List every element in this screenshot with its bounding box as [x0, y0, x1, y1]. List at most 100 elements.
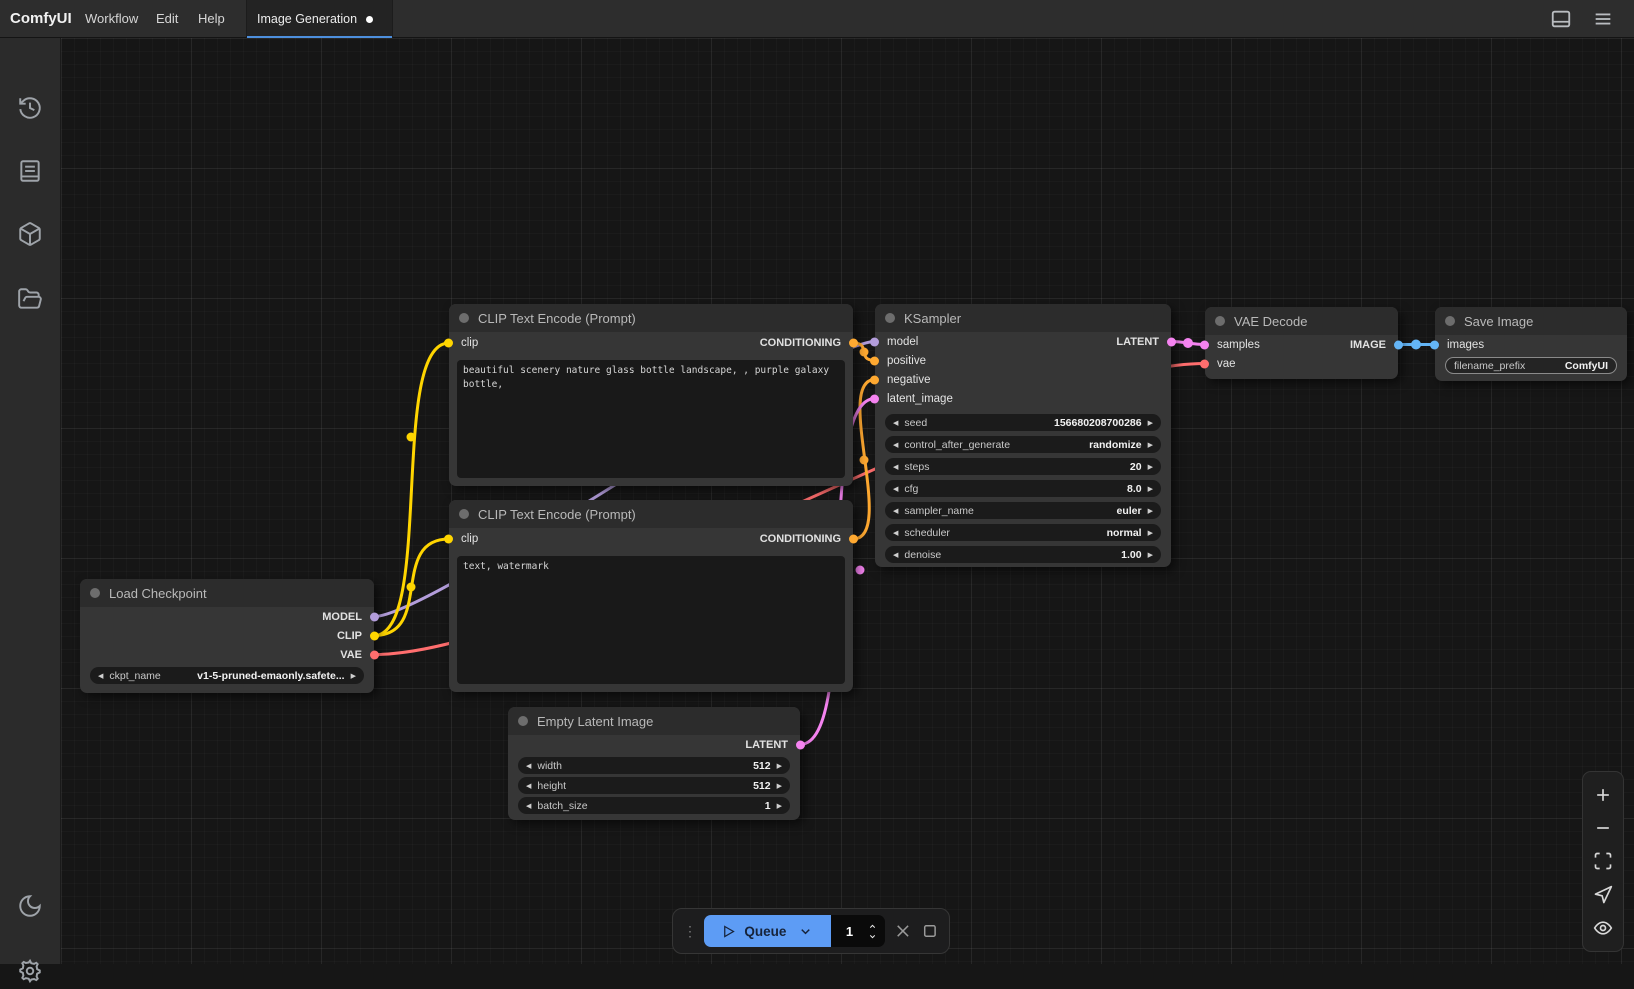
latent-output-dot[interactable]: [796, 740, 805, 749]
collapse-dot[interactable]: [459, 313, 469, 323]
widget-control-after-generate[interactable]: ◀ control_after_generate randomize ▶: [885, 436, 1161, 453]
widget-denoise[interactable]: ◀ denoise 1.00 ▶: [885, 546, 1161, 563]
collapse-dot[interactable]: [90, 588, 100, 598]
queue-options-chevron-icon[interactable]: [798, 924, 813, 939]
tab-image-generation[interactable]: Image Generation: [247, 0, 393, 38]
widget-sampler-name[interactable]: ◀ sampler_name euler ▶: [885, 502, 1161, 519]
collapse-dot[interactable]: [1215, 316, 1225, 326]
latent-output-dot[interactable]: [1167, 337, 1176, 346]
increment-arrow-icon[interactable]: ▶: [777, 782, 782, 790]
negative-input-dot[interactable]: [870, 375, 879, 384]
widget-filename-prefix[interactable]: filename_prefix ComfyUI: [1445, 357, 1617, 374]
prompt-textarea[interactable]: text, watermark: [457, 556, 845, 684]
workflows-folder-icon[interactable]: [17, 286, 43, 312]
decrement-arrow-icon[interactable]: ◀: [98, 672, 103, 680]
vae-output-dot[interactable]: [370, 650, 379, 659]
drag-handle-icon[interactable]: ⋮: [683, 923, 695, 940]
model-library-icon[interactable]: [17, 221, 43, 247]
latent-image-input-dot[interactable]: [870, 394, 879, 403]
increment-arrow-icon[interactable]: ▶: [1148, 463, 1153, 471]
positive-input-dot[interactable]: [870, 356, 879, 365]
hamburger-menu-icon[interactable]: [1592, 8, 1614, 30]
menu-workflow[interactable]: Workflow: [85, 0, 138, 38]
decrement-arrow-icon[interactable]: ◀: [893, 441, 898, 449]
decrement-arrow-icon[interactable]: ◀: [526, 762, 531, 770]
model-input-dot[interactable]: [870, 337, 879, 346]
zoom-out-icon[interactable]: [1593, 818, 1613, 838]
widget-seed[interactable]: ◀ seed 156680208700286 ▶: [885, 414, 1161, 431]
increment-arrow-icon[interactable]: ▶: [1148, 551, 1153, 559]
toggle-bottom-panel-icon[interactable]: [1550, 8, 1572, 30]
vae-input-dot[interactable]: [1200, 359, 1209, 368]
queue-button[interactable]: Queue: [704, 915, 831, 947]
decrement-arrow-icon[interactable]: ◀: [893, 551, 898, 559]
decrement-arrow-icon[interactable]: ◀: [526, 782, 531, 790]
menu-edit[interactable]: Edit: [156, 0, 178, 38]
node-header[interactable]: Save Image: [1435, 307, 1627, 335]
prompt-textarea[interactable]: beautiful scenery nature glass bottle la…: [457, 360, 845, 478]
conditioning-output-dot[interactable]: [849, 339, 858, 348]
node-header[interactable]: CLIP Text Encode (Prompt): [449, 304, 853, 332]
decrement-arrow-icon[interactable]: ◀: [526, 802, 531, 810]
increment-arrow-icon[interactable]: ▶: [351, 672, 356, 680]
collapse-dot[interactable]: [518, 716, 528, 726]
count-decrement-icon[interactable]: [867, 932, 878, 941]
widget-batch-size[interactable]: ◀ batch_size 1 ▶: [518, 797, 790, 814]
input-label: clip: [461, 337, 478, 349]
select-mode-cursor-icon[interactable]: [1593, 885, 1613, 905]
widget-height[interactable]: ◀ height 512 ▶: [518, 777, 790, 794]
conditioning-output-dot[interactable]: [849, 535, 858, 544]
history-icon[interactable]: [17, 95, 43, 121]
increment-arrow-icon[interactable]: ▶: [777, 762, 782, 770]
toggle-link-visibility-eye-icon[interactable]: [1593, 918, 1613, 938]
node-header[interactable]: Empty Latent Image: [508, 707, 800, 735]
zoom-in-icon[interactable]: [1593, 785, 1613, 805]
increment-arrow-icon[interactable]: ▶: [1148, 507, 1153, 515]
widget-steps[interactable]: ◀ steps 20 ▶: [885, 458, 1161, 475]
image-output-dot[interactable]: [1394, 340, 1403, 349]
decrement-arrow-icon[interactable]: ◀: [893, 507, 898, 515]
fit-view-icon[interactable]: [1593, 851, 1613, 871]
node-load-checkpoint[interactable]: Load Checkpoint MODEL CLIP VAE ◀ ckpt_na…: [80, 579, 374, 693]
images-input-dot[interactable]: [1430, 340, 1439, 349]
node-clip-text-encode-positive[interactable]: CLIP Text Encode (Prompt) clip CONDITION…: [449, 304, 853, 486]
increment-arrow-icon[interactable]: ▶: [1148, 419, 1153, 427]
decrement-arrow-icon[interactable]: ◀: [893, 485, 898, 493]
node-header[interactable]: VAE Decode: [1205, 307, 1398, 335]
node-vae-decode[interactable]: VAE Decode samples IMAGE vae: [1205, 307, 1398, 379]
increment-arrow-icon[interactable]: ▶: [1148, 441, 1153, 449]
node-clip-text-encode-negative[interactable]: CLIP Text Encode (Prompt) clip CONDITION…: [449, 500, 853, 692]
widget-ckpt-name[interactable]: ◀ ckpt_name v1-5-pruned-emaonly.safete..…: [90, 667, 364, 684]
decrement-arrow-icon[interactable]: ◀: [893, 419, 898, 427]
samples-input-dot[interactable]: [1200, 340, 1209, 349]
batch-count-field[interactable]: 1: [831, 915, 886, 947]
widget-scheduler[interactable]: ◀ scheduler normal ▶: [885, 524, 1161, 541]
clip-output-dot[interactable]: [370, 631, 379, 640]
node-ksampler[interactable]: KSampler model LATENT positive negative …: [875, 304, 1171, 567]
node-header[interactable]: CLIP Text Encode (Prompt): [449, 500, 853, 528]
increment-arrow-icon[interactable]: ▶: [777, 802, 782, 810]
node-save-image[interactable]: Save Image images filename_prefix ComfyU…: [1435, 307, 1627, 381]
menu-help[interactable]: Help: [198, 0, 225, 38]
node-header[interactable]: Load Checkpoint: [80, 579, 374, 607]
decrement-arrow-icon[interactable]: ◀: [893, 463, 898, 471]
decrement-arrow-icon[interactable]: ◀: [893, 529, 898, 537]
clip-input-dot[interactable]: [444, 535, 453, 544]
theme-toggle-moon-icon[interactable]: [17, 893, 43, 919]
widget-cfg[interactable]: ◀ cfg 8.0 ▶: [885, 480, 1161, 497]
clear-queue-x-icon[interactable]: [894, 922, 912, 940]
count-increment-icon[interactable]: [867, 922, 878, 931]
collapse-dot[interactable]: [459, 509, 469, 519]
widget-width[interactable]: ◀ width 512 ▶: [518, 757, 790, 774]
model-output-dot[interactable]: [370, 612, 379, 621]
increment-arrow-icon[interactable]: ▶: [1148, 485, 1153, 493]
collapse-dot[interactable]: [885, 313, 895, 323]
settings-gear-icon[interactable]: [17, 958, 43, 984]
stop-square-icon[interactable]: [921, 922, 939, 940]
node-header[interactable]: KSampler: [875, 304, 1171, 332]
collapse-dot[interactable]: [1445, 316, 1455, 326]
clip-input-dot[interactable]: [444, 339, 453, 348]
node-library-icon[interactable]: [17, 158, 43, 184]
node-empty-latent-image[interactable]: Empty Latent Image LATENT ◀ width 512 ▶ …: [508, 707, 800, 820]
increment-arrow-icon[interactable]: ▶: [1148, 529, 1153, 537]
